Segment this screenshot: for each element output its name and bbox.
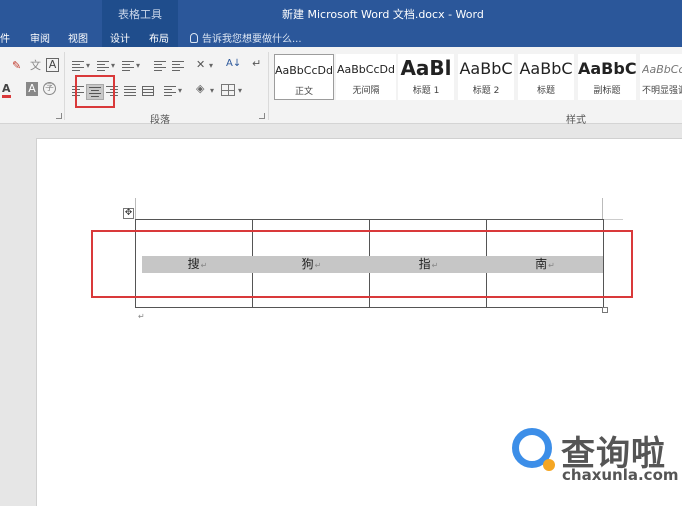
sort-icon[interactable]: A↓: [226, 56, 241, 72]
margin-marker: [135, 198, 136, 220]
tab-review[interactable]: 审阅: [30, 30, 50, 45]
shading-dropdown-icon[interactable]: ▾: [210, 83, 214, 99]
bullets-icon[interactable]: [72, 61, 84, 71]
char-shading-button[interactable]: A: [26, 82, 38, 96]
phonetic-guide-button[interactable]: 文: [30, 58, 41, 74]
style-name: 副标题: [593, 86, 621, 96]
style-sample: AaBbCcDd: [337, 63, 395, 76]
style-no-spacing[interactable]: AaBbCcDd 无间隔: [336, 54, 396, 100]
margin-marker: [603, 219, 623, 220]
tell-me-text: 告诉我您想要做什么...: [202, 34, 302, 45]
document-title: 新建 Microsoft Word 文档.docx - Word: [282, 8, 484, 21]
style-normal[interactable]: AaBbCcDd 正文: [274, 54, 334, 100]
watermark-logo-icon: [512, 428, 555, 471]
show-marks-icon[interactable]: ↵: [252, 56, 261, 72]
style-heading-2[interactable]: AaBbC 标题 2: [458, 54, 514, 100]
decrease-indent-icon[interactable]: [154, 61, 166, 71]
numbering-dropdown-icon[interactable]: ▾: [111, 58, 115, 74]
table-tools-label: 表格工具: [118, 8, 162, 21]
multilevel-dropdown-icon[interactable]: ▾: [136, 58, 140, 74]
group-separator: [268, 52, 269, 120]
table-highlight-box: [91, 230, 633, 298]
style-subtle-emphasis[interactable]: AaBbCcD 不明显强调: [640, 54, 682, 100]
font-dialog-launcher[interactable]: [56, 113, 62, 119]
style-sample: AaBbCcDd: [275, 64, 333, 77]
style-sample: AaBbC: [519, 59, 573, 78]
chinese-layout-icon[interactable]: ✕: [196, 57, 205, 73]
style-subtitle[interactable]: AaBbC 副标题: [578, 54, 636, 100]
paragraph-group-label: 段落: [150, 115, 170, 126]
shading-icon[interactable]: ◈: [196, 81, 204, 97]
tab-layout[interactable]: 布局: [149, 30, 169, 45]
style-name: 标题 1: [412, 86, 440, 96]
borders-dropdown-icon[interactable]: ▾: [238, 83, 242, 99]
tab-design[interactable]: 设计: [110, 30, 130, 45]
paragraph-dialog-launcher[interactable]: [259, 113, 265, 119]
bullets-dropdown-icon[interactable]: ▾: [86, 58, 90, 74]
borders-icon[interactable]: [221, 84, 235, 96]
numbering-icon[interactable]: [97, 61, 109, 71]
style-sample: AaBbC: [459, 59, 513, 78]
paragraph-mark: ↵: [138, 312, 145, 321]
style-heading-1[interactable]: AaBl 标题 1: [398, 54, 454, 100]
line-spacing-icon[interactable]: [164, 86, 176, 96]
style-name: 标题: [536, 86, 555, 96]
line-spacing-dropdown-icon[interactable]: ▾: [178, 83, 182, 99]
style-sample: AaBbC: [578, 59, 636, 78]
clear-format-icon[interactable]: ✎: [12, 58, 21, 74]
tab-file[interactable]: 件: [0, 30, 10, 45]
style-name: 无间隔: [352, 86, 380, 96]
table-resize-handle[interactable]: [602, 307, 608, 313]
watermark-url: chaxunla.com: [562, 466, 679, 484]
margin-marker: [602, 198, 603, 220]
style-title[interactable]: AaBbC 标题: [518, 54, 574, 100]
tell-me-search[interactable]: 告诉我您想要做什么...: [190, 30, 302, 45]
chinese-layout-dropdown-icon[interactable]: ▾: [209, 58, 213, 74]
distribute-icon[interactable]: [142, 86, 154, 96]
multilevel-list-icon[interactable]: [122, 61, 134, 71]
justify-icon[interactable]: [124, 86, 136, 96]
style-name: 正文: [294, 87, 313, 97]
lightbulb-icon: [190, 33, 198, 43]
center-highlight-box: [75, 75, 115, 108]
style-sample: AaBbCcD: [642, 63, 682, 76]
style-sample: AaBl: [400, 56, 452, 80]
styles-group-label: 样式: [566, 115, 586, 126]
tab-view[interactable]: 视图: [68, 30, 88, 45]
increase-indent-icon[interactable]: [172, 61, 184, 71]
table-move-handle[interactable]: ✥: [123, 208, 134, 219]
style-name: 不明显强调: [642, 86, 682, 96]
style-name: 标题 2: [472, 86, 500, 96]
font-color-button[interactable]: A: [2, 82, 11, 98]
char-border-button[interactable]: A: [46, 58, 59, 72]
group-separator: [64, 52, 65, 120]
enclose-char-button[interactable]: 字: [43, 82, 56, 95]
